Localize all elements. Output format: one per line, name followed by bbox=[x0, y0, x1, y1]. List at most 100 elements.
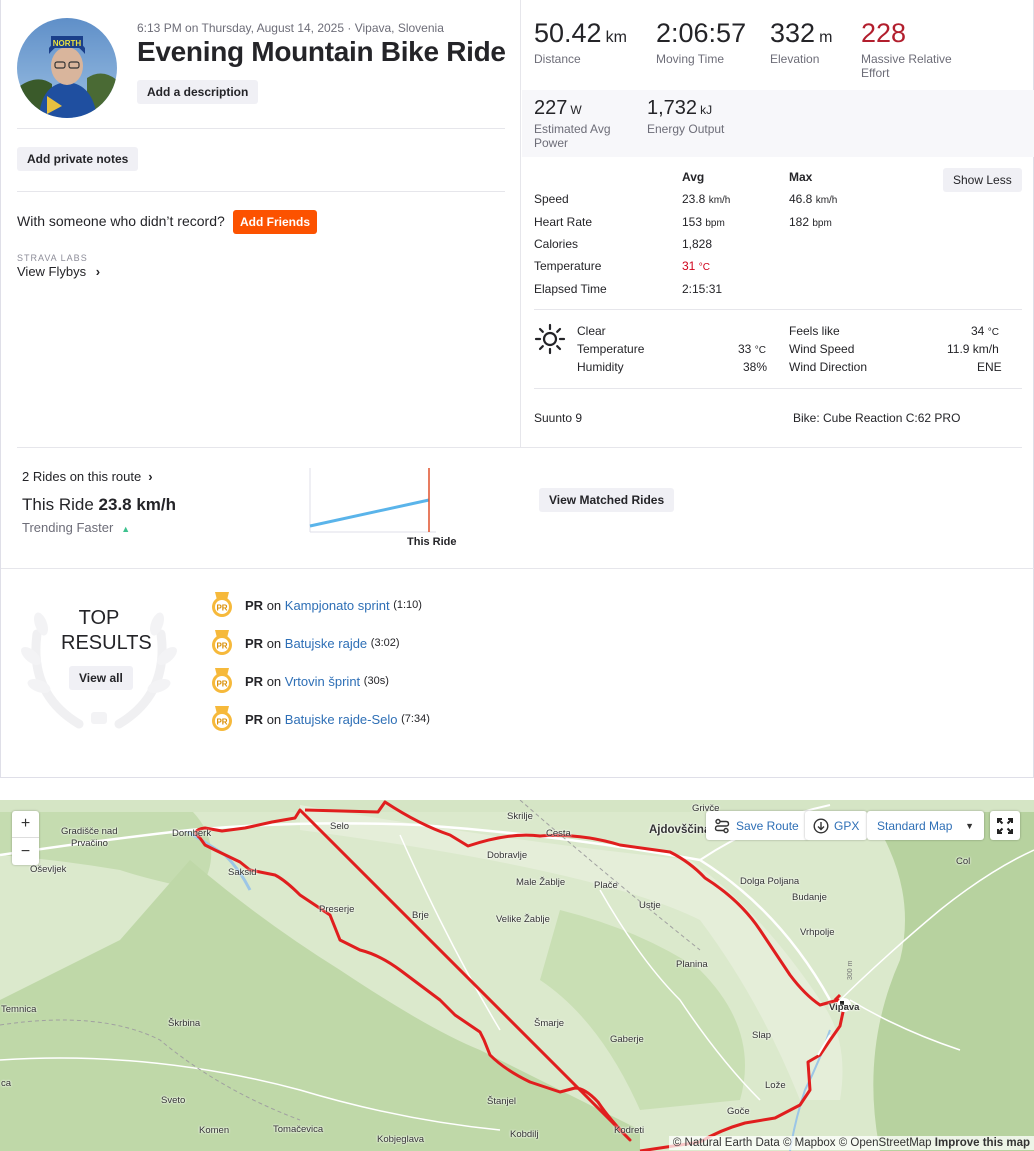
trend-line bbox=[309, 498, 430, 528]
town-label: Preserje bbox=[319, 904, 355, 915]
rides-on-route-link[interactable]: 2 Rides on this route › bbox=[22, 469, 153, 484]
segment-time: (7:34) bbox=[401, 713, 430, 725]
save-route-button[interactable]: Save Route bbox=[706, 811, 809, 840]
gpx-button[interactable]: GPX bbox=[805, 811, 868, 840]
town-label: Sveto bbox=[161, 1095, 186, 1106]
zoom-in-button[interactable]: + bbox=[12, 811, 39, 838]
details-row-label: Heart Rate bbox=[534, 215, 593, 229]
wind-speed-value: 11.9 km/h bbox=[947, 342, 999, 356]
weather-humidity-value: 38% bbox=[743, 360, 768, 374]
map-attribution: © Natural Earth Data © Mapbox © OpenStre… bbox=[668, 1136, 1034, 1150]
town-label: Male Žablje bbox=[516, 877, 566, 888]
town-label: Budanje bbox=[792, 892, 827, 903]
details-row-label: Elapsed Time bbox=[534, 282, 607, 296]
top-result-item: PR PR on Batujske rajde (3:02) bbox=[211, 630, 400, 656]
segment-time: (3:02) bbox=[370, 637, 400, 649]
map-type-select[interactable]: Standard Map ▼ bbox=[867, 811, 984, 840]
divider bbox=[534, 388, 1022, 389]
pr-badge-text: PR bbox=[216, 717, 227, 726]
download-icon bbox=[813, 817, 829, 834]
view-flybys-label: View Flybys bbox=[17, 264, 87, 279]
elevation-value: 332 m bbox=[770, 18, 833, 48]
zoom-out-button[interactable]: − bbox=[12, 838, 39, 865]
device-name: Suunto 9 bbox=[534, 411, 583, 425]
wind-speed-label: Wind Speed bbox=[789, 342, 855, 356]
max-column-header: Max bbox=[789, 170, 813, 184]
town-label: ca bbox=[1, 1078, 12, 1089]
segment-time: (30s) bbox=[363, 675, 389, 687]
segment-link[interactable]: Vrtovin šprint bbox=[285, 674, 360, 689]
chevron-right-icon: › bbox=[148, 469, 153, 484]
pr-badge-text: PR bbox=[216, 603, 227, 612]
town-label: Oševljek bbox=[30, 864, 67, 875]
feels-like-label: Feels like bbox=[789, 324, 840, 338]
weather-temperature-value: 33 °C bbox=[738, 342, 766, 356]
energy-value: 1,732 kJ bbox=[647, 97, 713, 119]
route-icon bbox=[714, 818, 730, 833]
town-label: Brje bbox=[412, 910, 429, 921]
town-label: Temnica bbox=[1, 1004, 37, 1015]
fullscreen-button[interactable] bbox=[990, 811, 1020, 840]
pr-on: on bbox=[266, 635, 282, 651]
town-label: Saksid bbox=[228, 867, 257, 878]
town-label: Komen bbox=[199, 1125, 230, 1136]
segment-link[interactable]: Kampjonato sprint bbox=[285, 598, 390, 613]
town-label: Štanjel bbox=[487, 1096, 517, 1107]
bike-name: Bike: Cube Reaction C:62 PRO bbox=[793, 411, 961, 425]
town-label: Planina bbox=[676, 959, 708, 970]
details-row-label: Temperature bbox=[534, 259, 602, 273]
attribution-text[interactable]: © Natural Earth Data © Mapbox © OpenStre… bbox=[673, 1137, 932, 1149]
pr-on: on bbox=[266, 711, 282, 727]
view-flybys-link[interactable]: View Flybys › bbox=[17, 264, 100, 279]
view-matched-rides-button[interactable]: View Matched Rides bbox=[539, 488, 675, 512]
relative-effort-value[interactable]: 228 bbox=[861, 18, 906, 49]
trending-text: Trending Faster ▲ bbox=[22, 520, 131, 535]
divider bbox=[17, 128, 505, 129]
pr-label: PR bbox=[245, 635, 264, 651]
town-label: Vipava bbox=[829, 1002, 860, 1013]
elevation-marker: 300 m bbox=[847, 960, 854, 980]
details-row-avg: 31 °C bbox=[682, 259, 710, 273]
avatar[interactable]: NORTH bbox=[17, 18, 117, 118]
add-friends-button[interactable]: Add Friends bbox=[233, 210, 317, 234]
add-description-button[interactable]: Add a description bbox=[137, 80, 259, 104]
town-label: Kodreti bbox=[614, 1125, 645, 1136]
town-label: Lože bbox=[765, 1080, 786, 1091]
details-row-label: Speed bbox=[534, 192, 569, 206]
route-map[interactable]: 300 m Gradišče nad Prvačino Dornberk Oše… bbox=[0, 800, 1034, 1151]
town-label: Kobdilj bbox=[510, 1129, 539, 1140]
town-label: Dobravlje bbox=[487, 850, 528, 861]
divider bbox=[17, 447, 1022, 448]
this-ride-chart-label: This Ride bbox=[407, 536, 457, 548]
top-result-item: PR PR on Batujske rajde-Selo (7:34) bbox=[211, 706, 430, 732]
avg-column-header: Avg bbox=[682, 170, 705, 184]
distance-value: 50.42 km bbox=[534, 18, 627, 48]
view-all-button[interactable]: View all bbox=[69, 666, 133, 690]
top-result-item: PR PR on Kampjonato sprint (1:10) bbox=[211, 592, 422, 618]
with-someone-text: With someone who didn’t record? bbox=[17, 213, 225, 229]
pr-label: PR bbox=[245, 597, 264, 613]
pr-label: PR bbox=[245, 711, 264, 727]
power-label: Estimated Avg Power bbox=[534, 122, 611, 150]
power-value: 227 W bbox=[534, 97, 582, 119]
activity-card: NORTH 6:13 PM on Thursday, August 14, 20… bbox=[0, 0, 1034, 778]
segment-link[interactable]: Batujske rajde-Selo bbox=[285, 712, 398, 727]
details-row-avg: 153 bpm bbox=[682, 215, 725, 229]
wind-direction-label: Wind Direction bbox=[789, 360, 868, 374]
energy-label: Energy Output bbox=[647, 122, 725, 136]
divider bbox=[534, 309, 1022, 310]
improve-map-link[interactable]: Improve this map bbox=[935, 1137, 1030, 1149]
moving-time-label: Moving Time bbox=[656, 52, 725, 66]
town-label: Ajdovščina bbox=[649, 824, 711, 836]
wind-direction-value: ENE bbox=[977, 360, 1002, 374]
town-label: Dolga Poljana bbox=[740, 876, 800, 887]
distance-label: Distance bbox=[534, 52, 581, 66]
activity-meta: 6:13 PM on Thursday, August 14, 2025 · V… bbox=[137, 21, 444, 35]
add-private-notes-button[interactable]: Add private notes bbox=[17, 147, 139, 171]
details-row-avg: 1,828 bbox=[682, 237, 713, 251]
town-label: Cesta bbox=[546, 828, 571, 839]
save-route-label: Save Route bbox=[736, 818, 799, 833]
segment-link[interactable]: Batujske rajde bbox=[285, 636, 367, 651]
map-type-label: Standard Map bbox=[877, 818, 953, 833]
show-less-button[interactable]: Show Less bbox=[943, 168, 1022, 192]
